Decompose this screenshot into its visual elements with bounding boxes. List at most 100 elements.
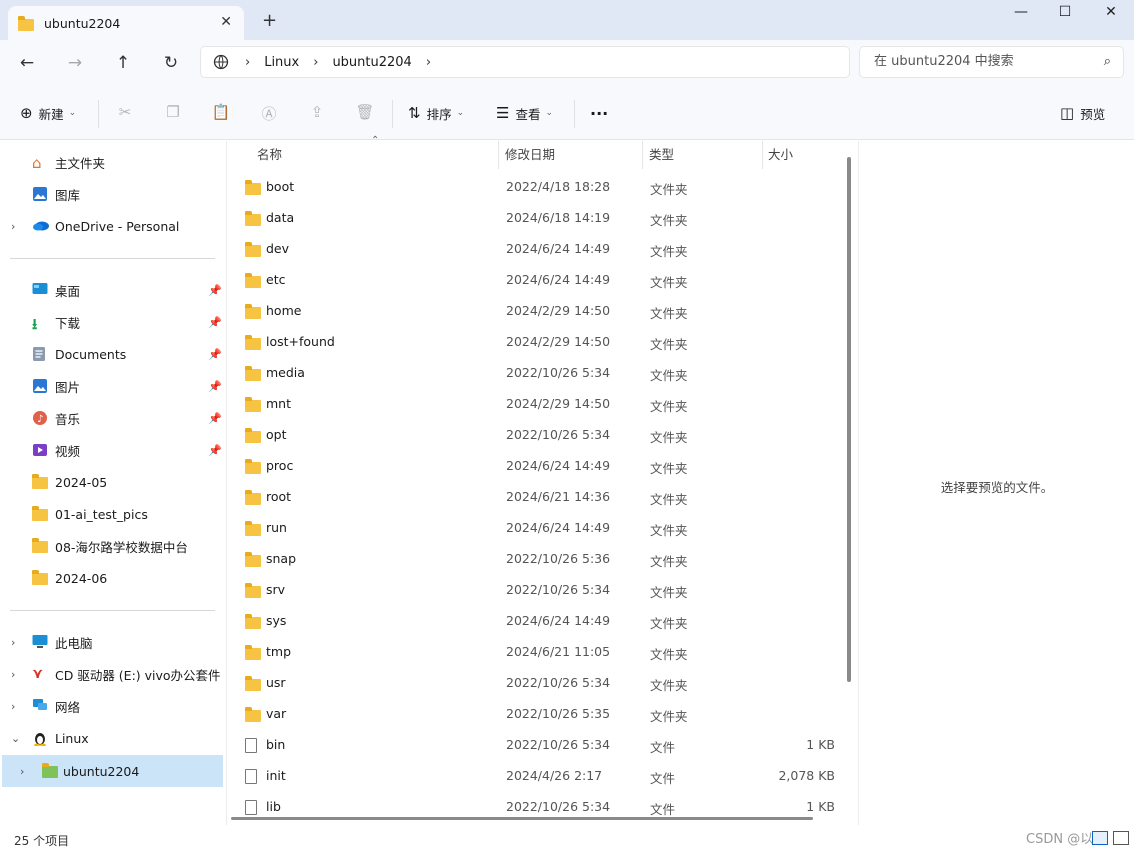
sidebar-item-this-pc[interactable]: › 此电脑 (0, 628, 226, 656)
sidebar-item-linux[interactable]: ⌄ Linux (0, 724, 226, 752)
share-icon[interactable]: ⇪ (307, 103, 327, 123)
file-row[interactable]: home 2024/2/29 14:50 文件夹 (227, 296, 841, 327)
column-header-type[interactable]: 类型 (649, 141, 674, 169)
delete-icon[interactable]: 🗑 (355, 103, 375, 123)
preview-label: 预览 (1080, 106, 1106, 122)
paste-icon[interactable]: 📋 (211, 103, 231, 123)
file-name: sys (266, 613, 287, 628)
sidebar-item-home[interactable]: ⌂ 主文件夹 (0, 148, 226, 176)
sidebar-item-08[interactable]: 08-海尔路学校数据中台 (0, 532, 226, 560)
sidebar-item-2024-05[interactable]: 2024-05 (0, 468, 226, 496)
close-tab-icon[interactable]: ✕ (220, 14, 232, 30)
column-divider[interactable] (498, 141, 499, 169)
pin-icon[interactable]: 📌 (208, 412, 222, 425)
chevron-down-icon[interactable]: ⌄ (11, 732, 20, 745)
file-row[interactable]: etc 2024/6/24 14:49 文件夹 (227, 265, 841, 296)
refresh-button[interactable]: ↻ (158, 50, 184, 76)
sidebar-item-2024-06[interactable]: 2024-06 (0, 564, 226, 592)
file-row[interactable]: root 2024/6/21 14:36 文件夹 (227, 482, 841, 513)
file-name: home (266, 303, 302, 318)
pin-icon[interactable]: 📌 (208, 284, 222, 297)
details-view-icon[interactable] (1092, 831, 1108, 845)
sidebar-item-onedrive[interactable]: › OneDrive - Personal (0, 212, 226, 240)
chevron-right-icon[interactable]: › (11, 220, 15, 233)
sidebar-item-network[interactable]: › 网络 (0, 692, 226, 720)
column-divider[interactable] (642, 141, 643, 169)
folder-icon (245, 676, 261, 694)
new-tab-button[interactable]: + (262, 10, 277, 31)
sidebar-item-documents[interactable]: Documents 📌 (0, 340, 226, 368)
file-row[interactable]: bin 2022/10/26 5:34 文件 1 KB (227, 730, 841, 761)
file-row[interactable]: srv 2022/10/26 5:34 文件夹 (227, 575, 841, 606)
horizontal-scrollbar[interactable] (231, 817, 813, 820)
file-row[interactable]: data 2024/6/18 14:19 文件夹 (227, 203, 841, 234)
file-row[interactable]: dev 2024/6/24 14:49 文件夹 (227, 234, 841, 265)
file-row[interactable]: init 2024/4/26 2:17 文件 2,078 KB (227, 761, 841, 792)
breadcrumb-ubuntu2204[interactable]: ubuntu2204 (332, 55, 411, 70)
vertical-scrollbar[interactable] (847, 157, 851, 682)
sidebar-item-ubuntu2204[interactable]: › ubuntu2204 (2, 755, 223, 787)
rename-icon[interactable]: Ⓐ (259, 103, 279, 123)
copy-icon[interactable]: ❐ (163, 103, 183, 123)
sidebar-item-pictures[interactable]: 图片 📌 (0, 372, 226, 400)
chevron-right-icon[interactable]: › (11, 700, 15, 713)
column-divider[interactable] (762, 141, 763, 169)
plus-circle-icon: ⊕ (20, 104, 33, 122)
minimize-button[interactable]: — (998, 4, 1044, 24)
pin-icon[interactable]: 📌 (208, 348, 222, 361)
sidebar-item-cd-drive[interactable]: › ⋎ CD 驱动器 (E:) vivo办公套件 (0, 660, 226, 688)
forward-button[interactable]: → (62, 50, 88, 76)
file-row[interactable]: opt 2022/10/26 5:34 文件夹 (227, 420, 841, 451)
chevron-right-icon[interactable]: › (11, 636, 15, 649)
more-options-button[interactable]: ··· (590, 102, 608, 124)
cd-drive-icon: ⋎ (32, 666, 44, 682)
file-row[interactable]: proc 2024/6/24 14:49 文件夹 (227, 451, 841, 482)
folder-icon (18, 15, 34, 31)
maximize-button[interactable]: ☐ (1042, 4, 1088, 24)
sidebar-item-downloads[interactable]: ⭳ 下载 📌 (0, 308, 226, 336)
up-button[interactable]: ↑ (110, 50, 136, 76)
file-type: 文件夹 (650, 337, 688, 352)
file-row[interactable]: tmp 2024/6/21 11:05 文件夹 (227, 637, 841, 668)
column-header-size[interactable]: 大小 (768, 141, 793, 169)
address-bar[interactable]: › Linux › ubuntu2204 › (200, 46, 850, 78)
file-row[interactable]: media 2022/10/26 5:34 文件夹 (227, 358, 841, 389)
pin-icon[interactable]: 📌 (208, 316, 222, 329)
file-row[interactable]: usr 2022/10/26 5:34 文件夹 (227, 668, 841, 699)
preview-button[interactable]: ◫ 预览 (1060, 102, 1105, 124)
pin-icon[interactable]: 📌 (208, 380, 222, 393)
file-row[interactable]: var 2022/10/26 5:35 文件夹 (227, 699, 841, 730)
chevron-right-icon[interactable]: › (11, 668, 15, 681)
chevron-right-icon[interactable]: › (426, 55, 431, 70)
chevron-right-icon: › (245, 54, 251, 70)
file-row[interactable]: run 2024/6/24 14:49 文件夹 (227, 513, 841, 544)
tab-ubuntu2204[interactable]: ubuntu2204 ✕ (8, 6, 244, 40)
file-row[interactable]: mnt 2024/2/29 14:50 文件夹 (227, 389, 841, 420)
sidebar-item-label: 主文件夹 (55, 155, 106, 171)
new-button[interactable]: ⊕ 新建 ⌄ (20, 102, 76, 124)
pin-icon[interactable]: 📌 (208, 444, 222, 457)
sidebar-item-01-ai-test-pics[interactable]: 01-ai_test_pics (0, 500, 226, 528)
sidebar-item-desktop[interactable]: 桌面 📌 (0, 276, 226, 304)
sidebar-item-gallery[interactable]: 图库 (0, 180, 226, 208)
search-input[interactable]: 在 ubuntu2204 中搜索 ⌕ (859, 46, 1124, 78)
sidebar-item-music[interactable]: ♪ 音乐 📌 (0, 404, 226, 432)
file-row[interactable]: snap 2022/10/26 5:36 文件夹 (227, 544, 841, 575)
file-row[interactable]: boot 2022/4/18 18:28 文件夹 (227, 172, 841, 203)
back-button[interactable]: ← (14, 50, 40, 76)
column-header-date[interactable]: 修改日期 (505, 141, 555, 169)
file-name: run (266, 520, 287, 535)
sidebar-item-label: 音乐 (55, 411, 81, 427)
sidebar-item-videos[interactable]: 视频 📌 (0, 436, 226, 464)
sort-button[interactable]: ⇅ 排序 ⌄ (408, 102, 464, 124)
file-name: snap (266, 551, 297, 566)
column-header-name[interactable]: 名称 (257, 141, 282, 169)
cut-icon[interactable]: ✂ (115, 103, 135, 123)
view-button[interactable]: ☰ 查看 ⌄ (496, 102, 553, 124)
file-row[interactable]: sys 2024/6/24 14:49 文件夹 (227, 606, 841, 637)
tiles-view-icon[interactable] (1113, 831, 1129, 845)
chevron-right-icon[interactable]: › (20, 765, 24, 778)
file-row[interactable]: lost+found 2024/2/29 14:50 文件夹 (227, 327, 841, 358)
breadcrumb-linux[interactable]: Linux (264, 55, 299, 70)
close-window-button[interactable]: ✕ (1088, 4, 1134, 24)
